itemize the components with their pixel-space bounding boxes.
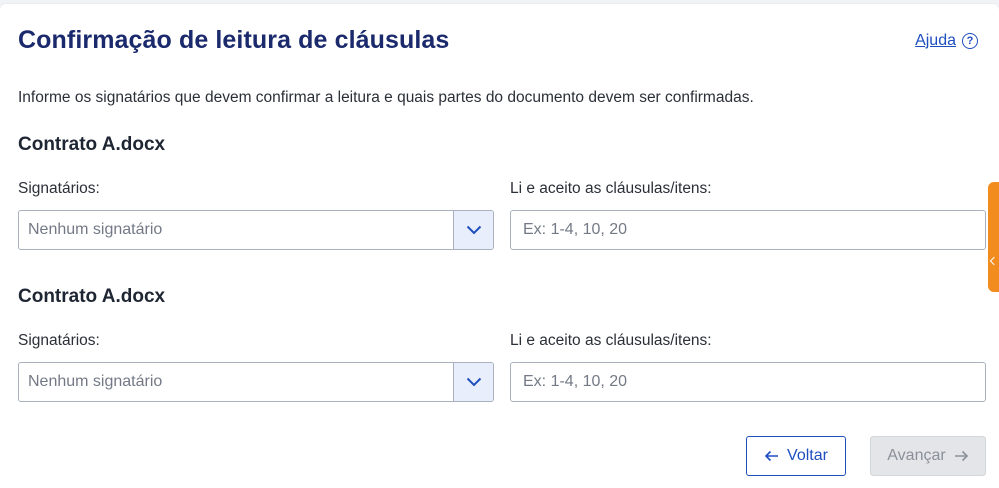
arrow-left-icon <box>764 450 779 462</box>
back-button-label: Voltar <box>787 447 828 464</box>
document-section-2: Contrato A.docx Signatários: Li e aceito… <box>18 286 986 406</box>
back-button[interactable]: Voltar <box>746 436 846 476</box>
signatories-select-value: Nenhum signatário <box>28 373 163 390</box>
document-name: Contrato A.docx <box>18 134 166 155</box>
instructions-text: Informe os signatários que devem confirm… <box>18 89 754 106</box>
dropdown-toggle-button[interactable] <box>453 211 493 249</box>
arrow-right-icon <box>954 450 968 462</box>
dialog-card: Confirmação de leitura de cláusulas Ajud… <box>0 4 999 488</box>
signatories-label: Signatários: <box>18 332 100 349</box>
signatories-select[interactable]: Nenhum signatário <box>18 210 494 250</box>
next-button[interactable]: Avançar <box>870 436 986 476</box>
document-section-1: Contrato A.docx Signatários: Li e aceito… <box>18 134 986 254</box>
clauses-input[interactable] <box>510 210 986 250</box>
chevron-down-icon <box>466 377 481 387</box>
question-circle-icon[interactable]: ? <box>962 33 978 49</box>
page-title: Confirmação de leitura de cláusulas <box>18 26 450 54</box>
side-feedback-tab[interactable] <box>988 182 999 292</box>
chevron-down-icon <box>466 225 481 235</box>
help-link-label[interactable]: Ajuda <box>915 32 956 50</box>
clauses-label: Li e aceito as cláusulas/itens: <box>510 180 712 197</box>
signatories-select-value: Nenhum signatário <box>28 221 163 238</box>
next-button-label: Avançar <box>887 447 946 464</box>
signatories-select[interactable]: Nenhum signatário <box>18 362 494 402</box>
clauses-label: Li e aceito as cláusulas/itens: <box>510 332 712 349</box>
help-link[interactable]: Ajuda ? <box>915 32 978 50</box>
document-name: Contrato A.docx <box>18 286 166 307</box>
clauses-input[interactable] <box>510 362 986 402</box>
dropdown-toggle-button[interactable] <box>453 363 493 401</box>
chevron-left-icon <box>989 256 999 266</box>
signatories-label: Signatários: <box>18 180 100 197</box>
